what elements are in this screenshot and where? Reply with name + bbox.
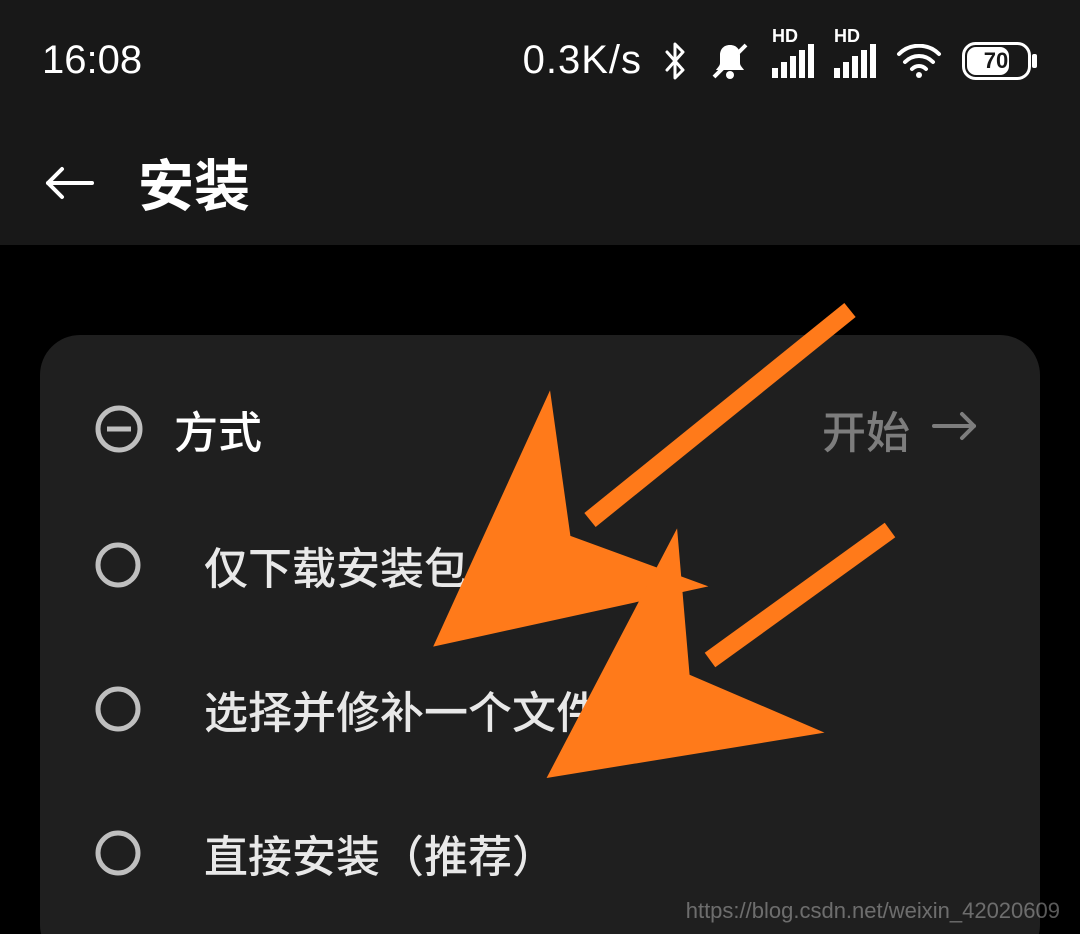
start-button[interactable]: 开始 bbox=[822, 397, 980, 461]
radio-unchecked-icon bbox=[94, 685, 174, 733]
wifi-icon bbox=[896, 44, 942, 78]
watermark: https://blog.csdn.net/weixin_42020609 bbox=[686, 898, 1060, 924]
battery-icon: 70 70 bbox=[962, 42, 1038, 80]
section-label: 方式 bbox=[174, 397, 822, 461]
option-patch-file[interactable]: 选择并修补一个文件 bbox=[40, 637, 1040, 781]
option-label: 仅下载安装包 bbox=[174, 533, 980, 597]
option-label: 选择并修补一个文件 bbox=[174, 677, 980, 741]
install-card: 方式 开始 仅下载安装包 选择并修补一个文件 bbox=[40, 335, 1040, 934]
mute-icon bbox=[708, 41, 752, 81]
signal-2-icon: HD bbox=[834, 44, 876, 78]
status-netspeed: 0.3K/s bbox=[523, 38, 642, 83]
battery-percent-text: 70 bbox=[984, 48, 1008, 73]
radio-unchecked-icon bbox=[94, 829, 174, 877]
radio-unchecked-icon bbox=[94, 541, 174, 589]
start-label: 开始 bbox=[822, 397, 910, 461]
status-bar: 16:08 0.3K/s HD bbox=[0, 0, 1080, 120]
app-header: 安装 bbox=[0, 120, 1080, 245]
card-header-row: 方式 开始 bbox=[40, 365, 1040, 493]
minus-circle-icon bbox=[94, 404, 174, 454]
status-time: 16:08 bbox=[42, 38, 142, 82]
page-title: 安装 bbox=[138, 142, 250, 223]
signal-1-icon: HD bbox=[772, 44, 814, 78]
option-download-only[interactable]: 仅下载安装包 bbox=[40, 493, 1040, 637]
back-button[interactable] bbox=[42, 163, 98, 203]
option-label: 直接安装（推荐） bbox=[174, 821, 980, 885]
bluetooth-icon bbox=[662, 40, 688, 82]
arrow-right-icon bbox=[930, 404, 980, 454]
